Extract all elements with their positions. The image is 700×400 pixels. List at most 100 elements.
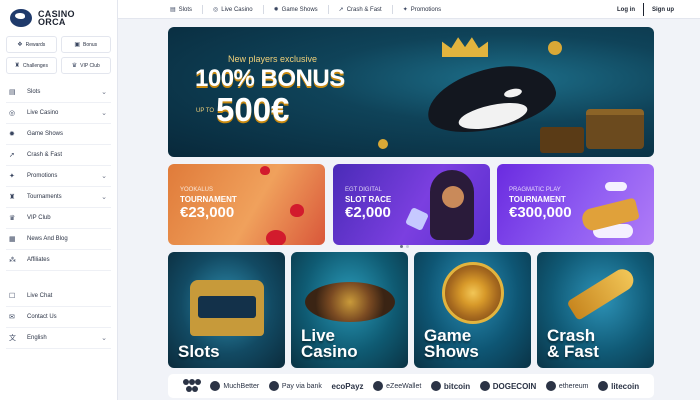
roulette-illustration (305, 282, 395, 322)
category-tile-crash-fast[interactable]: Crash & Fast (537, 252, 654, 368)
promo-card-pragmatic-tournament[interactable]: PRAGMATIC PLAY TOURNAMENT €300,000 (497, 164, 654, 245)
crown-icon: ♛ (9, 215, 16, 222)
top-nav-live-casino[interactable]: ◎ Live Casino (213, 6, 253, 14)
category-tile-slots[interactable]: Slots (168, 252, 285, 368)
payment-muchbetter: MuchBetter (210, 381, 259, 391)
orca-logo-icon (10, 9, 32, 27)
sidebar-item-live-casino[interactable]: ◎ Live Casino ⌄ (6, 103, 111, 124)
sidebar-item-news-and-blog[interactable]: ▦ News And Blog (6, 229, 111, 250)
top-nav-label: Crash & Fast (346, 6, 382, 13)
login-button[interactable]: Log in (617, 7, 635, 13)
chat-icon: ☐ (9, 293, 16, 300)
gold-coin-decoration (378, 139, 388, 149)
crown-icon: ♛ (71, 63, 78, 69)
top-nav-promotions[interactable]: ✦ Promotions (402, 6, 441, 14)
category-label: Game Shows (424, 326, 479, 361)
mail-icon: ✉ (9, 314, 15, 321)
quick-link-rewards[interactable]: ❖ Rewards (6, 36, 57, 53)
language-label: English (27, 335, 47, 341)
sidebar-item-label: News And Blog (27, 236, 68, 242)
top-nav-game-shows[interactable]: ✹ Game Shows (273, 6, 318, 14)
quick-link-challenges[interactable]: ♜ Challenges (6, 57, 57, 74)
payment-label: MuchBetter (223, 382, 260, 390)
heart-decoration (266, 230, 286, 245)
top-nav-slots[interactable]: ▤ Slots (170, 6, 192, 14)
carousel-dots (400, 245, 409, 248)
treasure-chest-illustration (540, 127, 584, 153)
heart-decoration (290, 204, 304, 217)
sidebar-item-crash-fast[interactable]: ➚ Crash & Fast (6, 145, 111, 166)
promo-amount: €23,000 (180, 204, 235, 221)
payment-label: eZeeWallet (386, 382, 422, 390)
sidebar-item-label: Slots (27, 89, 41, 95)
hero-upto: UP TO (196, 108, 215, 114)
top-bar: ▤ Slots ◎ Live Casino ✹ Game Shows ➚ Cra… (118, 0, 700, 19)
payment-ecopayz: ecoPayz (332, 382, 364, 391)
hero-amount: 500€ (216, 91, 290, 128)
language-selector[interactable]: 文 English ⌄ (6, 328, 111, 349)
sidebar-item-live-chat[interactable]: ☐ Live Chat (6, 286, 111, 307)
promo-icon: ✦ (402, 7, 408, 13)
sidebar-item-affiliates[interactable]: ⁂ Affiliates (6, 250, 111, 271)
carousel-dot[interactable] (400, 245, 403, 248)
payment-pay-via-bank: Pay via bank (268, 381, 322, 391)
sidebar-item-slots[interactable]: ▤ Slots ⌄ (6, 82, 111, 103)
treasure-chest-illustration (586, 109, 644, 149)
quick-links: ❖ Rewards ▣ Bonus ♜ Challenges ♛ VIP Clu… (0, 30, 117, 82)
astropay-icon (182, 379, 201, 393)
promo-card-slot-race[interactable]: EGT DIGITAL SLOT RACE €2,000 (333, 164, 490, 245)
quick-link-label: Challenges (22, 62, 48, 69)
divider (202, 5, 204, 14)
sidebar-item-promotions[interactable]: ✦ Promotions ⌄ (6, 166, 111, 187)
promo-card-tournament[interactable]: YOOKALUS TOURNAMENT €23,000 (168, 164, 325, 245)
promo-provider: YOOKALUS (180, 187, 214, 193)
top-nav: ▤ Slots ◎ Live Casino ✹ Game Shows ➚ Cra… (170, 0, 441, 19)
chevron-down-icon: ⌄ (101, 194, 107, 201)
hero-banner[interactable]: New players exclusive 100% BONUS UP TO 5… (168, 27, 654, 157)
sidebar-item-game-shows[interactable]: ✹ Game Shows (6, 124, 111, 145)
quick-link-bonus[interactable]: ▣ Bonus (60, 36, 111, 53)
bonus-icon: ▣ (74, 42, 80, 48)
category-tile-live-casino[interactable]: Live Casino (291, 252, 408, 368)
promo-provider: EGT DIGITAL (345, 187, 382, 193)
sidebar-item-label: Live Chat (27, 293, 53, 299)
carousel-dot[interactable] (406, 245, 409, 248)
hero-headline: 100% BONUS (195, 65, 345, 92)
slot-reels-illustration (198, 296, 256, 318)
quick-link-vip-club[interactable]: ♛ VIP Club (60, 57, 111, 74)
chevron-down-icon: ⌄ (101, 173, 107, 180)
gameshow-icon: ✹ (9, 131, 15, 138)
sidebar-item-label: Promotions (27, 173, 58, 179)
payment-label: bitcoin (443, 381, 471, 391)
quick-link-label: VIP Club (80, 62, 100, 69)
slot-icon: ▤ (9, 89, 16, 96)
promo-title: TOURNAMENT (180, 195, 237, 204)
brand-name-line2: ORCA (38, 17, 66, 27)
gameshow-icon: ✹ (273, 7, 279, 13)
brand-logo[interactable]: CASINO ORCA (0, 0, 117, 30)
signup-button[interactable]: Sign up (643, 3, 674, 16)
category-tile-game-shows[interactable]: Game Shows (414, 252, 531, 368)
payment-label: ecoPayz (331, 381, 364, 391)
sidebar-item-tournaments[interactable]: ♜ Tournaments ⌄ (6, 187, 111, 208)
payment-ethereum: ethereum (545, 381, 589, 391)
promo-icon: ✦ (9, 173, 15, 180)
payment-litecoin: litecoin (598, 381, 639, 391)
payment-dogecoin: DOGECOIN (479, 381, 536, 391)
promo-amount: €2,000 (345, 204, 391, 221)
live-icon: ◎ (9, 110, 16, 117)
sidebar-item-contact-us[interactable]: ✉ Contact Us (6, 307, 111, 328)
sidebar-item-label: Affiliates (27, 257, 50, 263)
sidebar: CASINO ORCA ❖ Rewards ▣ Bonus ♜ Challeng… (0, 0, 118, 400)
category-label: Crash & Fast (547, 326, 599, 361)
sidebar-item-label: Tournaments (27, 194, 62, 200)
sidebar-item-label: Live Casino (27, 110, 59, 116)
sidebar-bottom-nav: ☐ Live Chat ✉ Contact Us 文 English ⌄ (6, 286, 111, 349)
sidebar-item-vip-club[interactable]: ♛ VIP Club (6, 208, 111, 229)
top-nav-label: Live Casino (221, 6, 253, 13)
rocket-illustration (566, 265, 638, 321)
top-nav-crash-fast[interactable]: ➚ Crash & Fast (339, 6, 382, 14)
crown-illustration (442, 37, 488, 57)
cloud-decoration (605, 182, 627, 191)
rocket-icon: ➚ (9, 152, 15, 159)
